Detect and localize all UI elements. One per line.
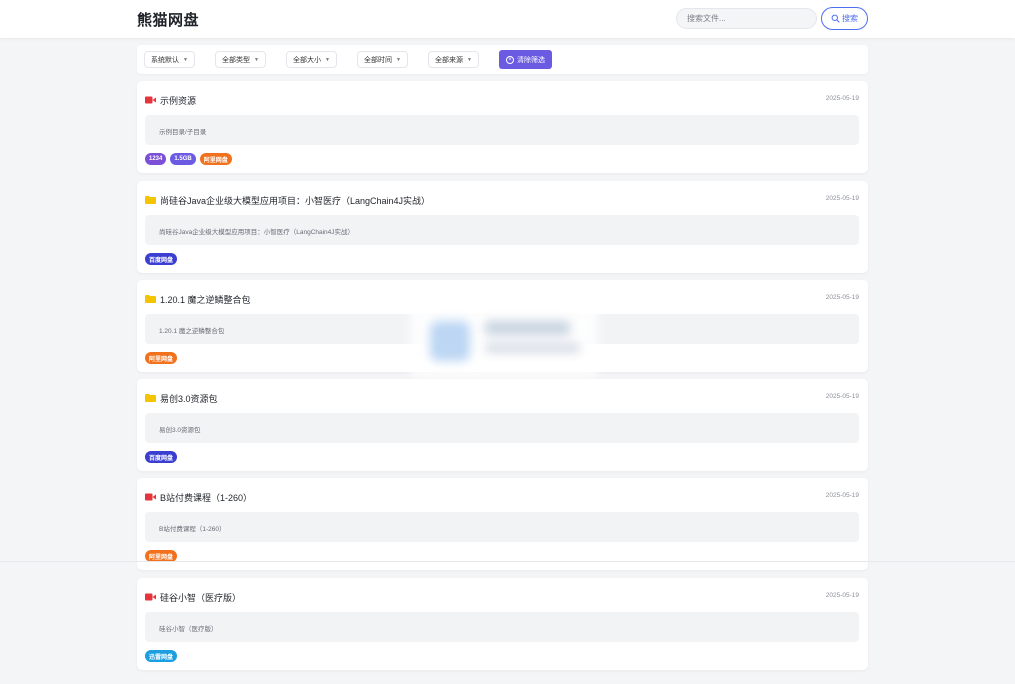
code-tag: 1234 (145, 153, 167, 165)
watermark-text (485, 321, 570, 335)
size-filter-dropdown[interactable]: 全部大小 ▼ (286, 51, 337, 68)
result-title[interactable]: 示例资源 (160, 94, 196, 107)
size-tag: 1.5GB (170, 153, 196, 165)
source-tag: 迅雷网盘 (145, 650, 178, 662)
result-date: 2025-05-19 (825, 492, 859, 499)
result-card[interactable]: 易创3.0资源包 2025-05-19 易创3.0资源包 百度网盘 (137, 379, 868, 471)
divider (0, 561, 1015, 562)
result-date: 2025-05-19 (825, 592, 859, 599)
top-navbar: 熊猫网盘 搜索 (0, 0, 1015, 38)
result-date: 2025-05-19 (825, 393, 859, 400)
result-date: 2025-05-19 (825, 195, 859, 202)
chevron-down-icon: ▼ (325, 56, 330, 63)
source-tag: 阿里网盘 (145, 352, 178, 364)
chevron-down-icon: ▼ (254, 56, 259, 63)
result-title[interactable]: B站付费课程（1-260） (160, 491, 252, 504)
sort-dropdown-label: 系统默认 (151, 56, 179, 64)
close-circle-icon: × (506, 55, 514, 64)
filter-bar: 系统默认 ▼ 全部类型 ▼ 全部大小 ▼ 全部时间 ▼ 全部来源 ▼ × 清除筛选 (137, 45, 868, 74)
video-icon (145, 493, 156, 501)
result-card[interactable]: B站付费课程（1-260） 2025-05-19 B站付费课程（1-260） 阿… (137, 478, 868, 570)
clear-filters-label: 清除筛选 (517, 56, 545, 64)
chevron-down-icon: ▼ (183, 56, 188, 63)
result-card[interactable]: 尚硅谷Java企业级大模型应用项目：小智医疗（LangChain4J实战） 20… (137, 181, 868, 273)
type-filter-label: 全部类型 (222, 56, 250, 64)
result-title[interactable]: 1.20.1 魔之逆鳞整合包 (160, 293, 251, 306)
tag-list: 迅雷网盘 (145, 650, 178, 662)
result-title[interactable]: 尚硅谷Java企业级大模型应用项目：小智医疗（LangChain4J实战） (160, 194, 430, 207)
search-icon (831, 14, 840, 23)
result-card[interactable]: 硅谷小智（医疗版） 2025-05-19 硅谷小智（医疗版） 迅雷网盘 (137, 578, 868, 670)
result-date: 2025-05-19 (825, 294, 859, 301)
result-title[interactable]: 易创3.0资源包 (160, 392, 218, 405)
folder-icon (145, 295, 156, 303)
folder-icon (145, 394, 156, 402)
time-filter-label: 全部时间 (364, 56, 392, 64)
result-path: 易创3.0资源包 (145, 413, 859, 443)
result-card[interactable]: 示例资源 2025-05-19 示例目录/子目录 1234 1.5GB 阿里网盘 (137, 81, 868, 173)
tag-list: 1234 1.5GB 阿里网盘 (145, 153, 232, 165)
chevron-down-icon: ▼ (396, 56, 401, 63)
result-path: B站付费课程（1-260） (145, 512, 859, 542)
video-icon (145, 593, 156, 601)
source-filter-dropdown[interactable]: 全部来源 ▼ (428, 51, 479, 68)
watermark-subtext (485, 343, 580, 353)
sort-dropdown[interactable]: 系统默认 ▼ (144, 51, 195, 68)
search-button[interactable]: 搜索 (821, 7, 868, 30)
video-icon (145, 96, 156, 104)
result-date: 2025-05-19 (825, 95, 859, 102)
chevron-down-icon: ▼ (467, 56, 472, 63)
search-input[interactable] (676, 8, 817, 29)
result-path: 尚硅谷Java企业级大模型应用项目：小智医疗（LangChain4J实战） (145, 215, 859, 245)
source-filter-label: 全部来源 (435, 56, 463, 64)
result-path: 硅谷小智（医疗版） (145, 612, 859, 642)
folder-icon (145, 196, 156, 204)
tag-list: 百度网盘 (145, 253, 178, 265)
source-tag: 阿里网盘 (199, 153, 232, 165)
source-tag: 百度网盘 (145, 253, 178, 265)
clear-filters-button[interactable]: × 清除筛选 (499, 50, 552, 69)
size-filter-label: 全部大小 (293, 56, 321, 64)
time-filter-dropdown[interactable]: 全部时间 ▼ (357, 51, 408, 68)
source-tag: 百度网盘 (145, 451, 178, 463)
watermark-logo-icon (430, 321, 470, 361)
search-button-label: 搜索 (842, 14, 858, 23)
site-logo-title[interactable]: 熊猫网盘 (137, 9, 199, 30)
result-title[interactable]: 硅谷小智（医疗版） (160, 591, 241, 604)
tag-list: 百度网盘 (145, 451, 178, 463)
result-path: 示例目录/子目录 (145, 115, 859, 145)
type-filter-dropdown[interactable]: 全部类型 ▼ (215, 51, 266, 68)
blurred-watermark (410, 307, 598, 377)
tag-list: 阿里网盘 (145, 352, 178, 364)
